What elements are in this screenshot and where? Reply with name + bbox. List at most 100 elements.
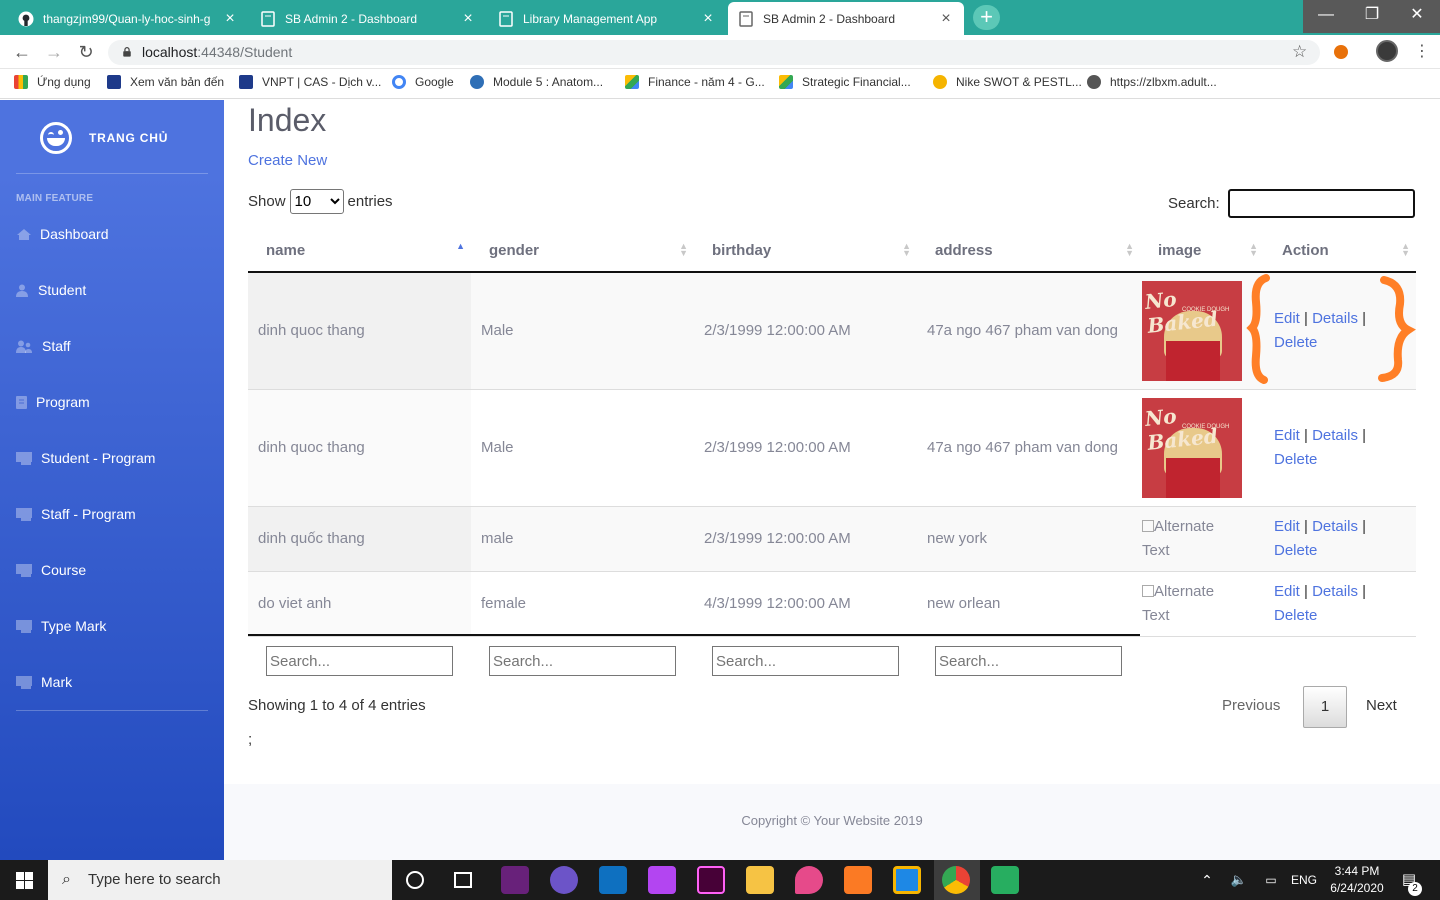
page-size-control: Show 10 25 50 100 entries xyxy=(248,189,393,214)
column-header-gender[interactable]: gender ▲ ▼ xyxy=(471,230,694,273)
reload-button[interactable]: ↻ xyxy=(72,40,100,64)
bookmark-label: Strategic Financial... xyxy=(802,75,911,89)
chevron-up-icon[interactable]: ⌃ xyxy=(1195,860,1219,900)
sidebar-item-type-mark[interactable]: Type Mark xyxy=(16,614,208,638)
column-header-image[interactable]: image ▲ ▼ xyxy=(1140,230,1264,273)
create-new-link[interactable]: Create New xyxy=(248,152,327,169)
column-header-action[interactable]: Action ▲ ▼ xyxy=(1264,230,1416,273)
browser-tab-active[interactable]: SB Admin 2 - Dashboard × xyxy=(728,2,964,35)
browser-tab[interactable]: thangzjm99/Quan-ly-hoc-sinh-g × xyxy=(8,2,248,35)
edit-link[interactable]: Edit xyxy=(1274,583,1300,600)
sidebar-item-dashboard[interactable]: Dashboard xyxy=(16,222,208,246)
bookmark-label: Google xyxy=(415,75,454,89)
close-tab-icon[interactable]: × xyxy=(222,10,238,28)
sidebar-item-label: Course xyxy=(41,562,87,578)
bookmark-item[interactable]: Google xyxy=(392,75,454,89)
bookmark-item[interactable]: Module 5 : Anatom... xyxy=(470,75,603,89)
back-button[interactable]: ← xyxy=(8,40,36,64)
address-bar[interactable]: localhost:44348/Student xyxy=(108,40,1320,65)
gender-column-search[interactable] xyxy=(489,646,676,676)
cortana-icon[interactable] xyxy=(406,871,424,889)
delete-link[interactable]: Delete xyxy=(1274,607,1317,624)
file-explorer-icon[interactable] xyxy=(746,866,774,894)
broken-image: Alternate Text xyxy=(1142,515,1242,563)
xampp-icon[interactable] xyxy=(844,866,872,894)
cell-address: 47a ngo 467 pham van dong xyxy=(917,272,1140,390)
edit-link[interactable]: Edit xyxy=(1274,427,1300,444)
cell-address: 47a ngo 467 pham van dong xyxy=(917,389,1140,507)
bookmark-item[interactable]: Strategic Financial... xyxy=(779,75,911,89)
forward-button[interactable]: → xyxy=(40,40,68,64)
sidebar-item-mark[interactable]: Mark xyxy=(16,670,208,694)
chrome-icon[interactable] xyxy=(942,866,970,894)
clock[interactable]: 3:44 PM 6/24/2020 xyxy=(1326,863,1388,897)
paint-app-icon[interactable] xyxy=(795,866,823,894)
name-column-search[interactable] xyxy=(266,646,453,676)
details-link[interactable]: Details xyxy=(1312,427,1358,444)
bookmark-item[interactable]: VNPT | CAS - Dịch v... xyxy=(239,75,381,89)
visual-studio-icon[interactable] xyxy=(501,866,529,894)
snipping-tool-icon[interactable] xyxy=(991,866,1019,894)
delete-link[interactable]: Delete xyxy=(1274,542,1317,559)
language-indicator[interactable]: ENG xyxy=(1287,860,1321,900)
close-tab-icon[interactable]: × xyxy=(460,10,476,28)
browser-tab[interactable]: SB Admin 2 - Dashboard × xyxy=(250,2,486,35)
bookmark-item[interactable]: Nike SWOT & PESTL... xyxy=(933,75,1082,89)
edit-link[interactable]: Edit xyxy=(1274,518,1300,535)
delete-link[interactable]: Delete xyxy=(1274,451,1317,468)
birthday-column-search[interactable] xyxy=(712,646,899,676)
close-tab-icon[interactable]: × xyxy=(700,10,716,28)
bookmark-item[interactable]: Xem văn bản đến xyxy=(107,75,224,89)
next-page-button[interactable]: Next xyxy=(1366,697,1397,714)
profile-avatar[interactable] xyxy=(1376,40,1398,62)
sidebar-item-label: Mark xyxy=(41,674,73,690)
windows-start-icon[interactable] xyxy=(16,872,33,894)
bookmark-star-icon[interactable]: ☆ xyxy=(1292,42,1307,62)
table-row: dinh quoc thang Male 2/3/1999 12:00:00 A… xyxy=(248,389,1416,507)
vscode-icon[interactable] xyxy=(599,866,627,894)
app-window-icon[interactable] xyxy=(893,866,921,894)
phpstorm-icon[interactable] xyxy=(648,866,676,894)
new-tab-button[interactable]: + xyxy=(973,5,1000,30)
volume-icon[interactable]: 🔈 xyxy=(1228,860,1250,900)
restore-button[interactable]: ❐ xyxy=(1349,0,1395,32)
close-tab-icon[interactable]: × xyxy=(938,10,954,28)
sidebar-item-student-program[interactable]: Student - Program xyxy=(16,446,208,470)
close-window-button[interactable]: ✕ xyxy=(1394,0,1440,32)
bookmark-item[interactable]: https://zlbxm.adult... xyxy=(1087,75,1217,89)
column-header-birthday[interactable]: birthday ▲ ▼ xyxy=(694,230,917,273)
sidebar-item-course[interactable]: Course xyxy=(16,558,208,582)
details-link[interactable]: Details xyxy=(1312,518,1358,535)
more-menu-icon[interactable]: ⋮ xyxy=(1414,41,1430,61)
task-view-icon[interactable] xyxy=(454,872,472,888)
sidebar-heading: MAIN FEATURE xyxy=(16,193,94,204)
previous-page-button[interactable]: Previous xyxy=(1222,697,1280,714)
minimize-button[interactable]: — xyxy=(1303,0,1349,32)
github-desktop-icon[interactable] xyxy=(550,866,578,894)
sidebar-item-student[interactable]: Student xyxy=(16,278,208,302)
sidebar-item-program[interactable]: Program xyxy=(16,390,208,414)
address-column-search[interactable] xyxy=(935,646,1122,676)
extension-icon[interactable] xyxy=(1334,45,1348,59)
column-header-name[interactable]: name ▲ xyxy=(248,230,471,273)
browser-tab[interactable]: Library Management App × xyxy=(488,2,726,35)
details-link[interactable]: Details xyxy=(1312,583,1358,600)
taskbar-search[interactable]: ⌕ Type here to search xyxy=(48,860,392,900)
page-size-select[interactable]: 10 25 50 100 xyxy=(289,189,344,214)
search-input[interactable] xyxy=(1227,189,1415,218)
book-icon xyxy=(16,396,27,409)
current-page-button[interactable]: 1 xyxy=(1303,686,1347,728)
bookmarks-bar: Ứng dụng Xem văn bản đến VNPT | CAS - Dị… xyxy=(0,69,1440,99)
entries-label: entries xyxy=(347,193,393,210)
page-title: Index xyxy=(248,102,327,138)
bookmark-label: Module 5 : Anatom... xyxy=(493,75,604,89)
sidebar-item-staff[interactable]: Staff xyxy=(16,334,208,358)
sidebar-brand[interactable]: TRANG CHỦ xyxy=(40,122,168,154)
bookmark-item[interactable]: Finance - năm 4 - G... xyxy=(625,75,765,89)
battery-icon[interactable]: ▭ xyxy=(1260,860,1282,900)
column-header-address[interactable]: address ▲ ▼ xyxy=(917,230,1140,273)
sidebar-item-staff-program[interactable]: Staff - Program xyxy=(16,502,208,526)
adobe-xd-icon[interactable] xyxy=(697,866,725,894)
bookmark-item[interactable]: Ứng dụng xyxy=(14,75,91,89)
sidebar-item-label: Dashboard xyxy=(40,226,109,242)
